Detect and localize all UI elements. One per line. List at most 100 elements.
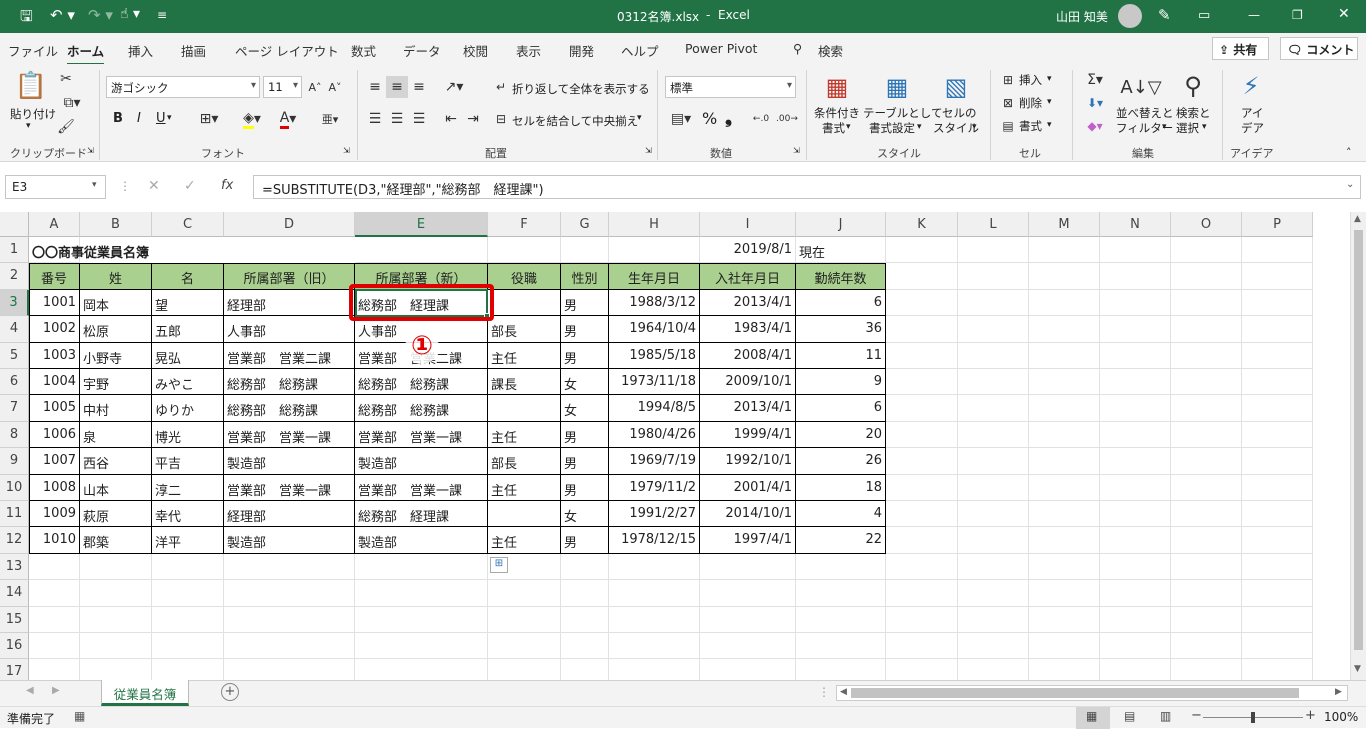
vertical-scrollbar[interactable]: ▲ ▼ (1350, 212, 1366, 680)
user-name[interactable]: 山田 知美 (1056, 8, 1108, 25)
cell[interactable] (1100, 289, 1171, 317)
table-cell[interactable]: 小野寺 (80, 342, 152, 369)
cell[interactable] (224, 633, 355, 660)
tab-power-pivot[interactable]: Power Pivot (685, 41, 757, 56)
worksheet-grid[interactable]: ABCDEFGHIJKLMNOP 1 2 3 4 5 6 7 8 9 10 11 12 13 14 15 16… (0, 212, 1350, 686)
cell[interactable] (1029, 633, 1100, 660)
cell[interactable] (958, 527, 1029, 554)
table-cell[interactable]: 宇野 (80, 369, 152, 396)
tab-help[interactable]: ヘルプ (621, 41, 659, 60)
cell[interactable] (886, 474, 958, 501)
ideas-icon[interactable]: ⚡ (1236, 70, 1266, 102)
cell[interactable] (355, 553, 488, 581)
cell[interactable] (488, 580, 561, 607)
cell[interactable] (1242, 316, 1313, 343)
table-header-cell[interactable]: 入社年月日 (700, 263, 796, 290)
cell[interactable] (886, 316, 958, 343)
row-header[interactable]: 1 (0, 237, 29, 264)
tab-review[interactable]: 校閲 (463, 41, 488, 60)
as-of-label[interactable]: 現在 (796, 237, 886, 264)
cell[interactable] (1029, 237, 1100, 264)
table-cell[interactable]: 11 (796, 342, 886, 369)
cell[interactable] (1242, 237, 1313, 264)
cell[interactable] (796, 606, 886, 633)
increase-decimal-icon[interactable]: ←.0 (750, 108, 772, 130)
cell[interactable] (1100, 369, 1171, 396)
expand-formula-bar-icon[interactable]: ⌄ (1346, 179, 1354, 190)
table-cell[interactable]: 36 (796, 316, 886, 343)
zoom-in-icon[interactable]: + (1305, 708, 1316, 723)
zoom-slider-thumb[interactable] (1251, 712, 1255, 723)
align-bottom-icon[interactable]: ≡ (408, 76, 430, 98)
table-cell[interactable]: 部長 (488, 448, 561, 475)
table-cell[interactable]: 1010 (29, 527, 80, 554)
table-header-cell[interactable]: 性別 (561, 263, 609, 290)
cell[interactable] (1171, 237, 1242, 264)
cell[interactable] (886, 606, 958, 633)
ribbon-display-icon[interactable]: ▭ (1198, 8, 1210, 23)
table-cell[interactable]: 製造部 (224, 527, 355, 554)
align-center-icon[interactable]: ☰ (386, 108, 408, 130)
cell[interactable] (1242, 263, 1313, 290)
table-cell[interactable]: 1005 (29, 395, 80, 422)
formula-input[interactable]: =SUBSTITUTE(D3,"経理部","総務部 経理課") (253, 175, 1361, 199)
delete-cells-icon[interactable]: ⊠ (999, 95, 1017, 111)
insert-function-button[interactable]: fx (221, 178, 233, 193)
row-header[interactable]: 12 (0, 527, 29, 554)
cell[interactable] (1242, 474, 1313, 501)
cell[interactable] (1171, 263, 1242, 290)
table-cell[interactable]: 松原 (80, 316, 152, 343)
normal-view-button[interactable]: ▦ (1076, 707, 1110, 729)
fill-color-icon[interactable]: ◈ ▾ (236, 110, 268, 129)
font-grow-icon[interactable]: A˄ (306, 78, 324, 96)
table-cell[interactable]: 主任 (488, 527, 561, 554)
tab-insert[interactable]: 挿入 (128, 41, 153, 60)
zoom-out-icon[interactable]: − (1191, 708, 1202, 723)
table-cell[interactable]: 営業部 営業一課 (355, 474, 488, 501)
customize-qat-icon[interactable]: ≡ (157, 8, 167, 22)
autofill-options-icon[interactable]: ⊞ (490, 557, 508, 573)
underline-dropdown-icon[interactable]: ▾ (167, 113, 172, 123)
cell[interactable] (152, 633, 224, 660)
next-sheet-icon[interactable]: ▶ (52, 685, 60, 696)
cell[interactable] (1029, 501, 1100, 528)
cell[interactable] (1100, 342, 1171, 369)
cell[interactable] (1171, 633, 1242, 660)
tab-page-layout[interactable]: ページ レイアウト (235, 41, 339, 60)
cell[interactable] (355, 580, 488, 607)
fill-icon[interactable]: ⬇▾ (1080, 95, 1110, 111)
cell[interactable] (886, 342, 958, 369)
cell[interactable] (1171, 289, 1242, 317)
cell[interactable] (886, 501, 958, 528)
cell[interactable] (29, 633, 80, 660)
page-break-view-icon[interactable]: ▥ (1160, 709, 1171, 723)
font-shrink-icon[interactable]: A˅ (326, 78, 344, 96)
table-cell[interactable]: 男 (561, 448, 609, 475)
cell[interactable] (1029, 263, 1100, 290)
row-header[interactable]: 5 (0, 342, 29, 369)
align-top-icon[interactable]: ≡ (364, 76, 386, 98)
column-header[interactable]: E (355, 212, 488, 237)
cell[interactable] (1029, 395, 1100, 422)
row-header[interactable]: 3 (0, 289, 29, 317)
name-box-dropdown-icon[interactable]: ▾ (92, 180, 97, 190)
cell[interactable] (1100, 474, 1171, 501)
orientation-icon[interactable]: ↗▾ (440, 76, 468, 98)
table-cell[interactable]: 営業部 営業一課 (224, 421, 355, 449)
cell-styles-dropdown-icon[interactable]: ▾ (972, 122, 977, 132)
cell[interactable] (1171, 606, 1242, 633)
font-size-select[interactable]: 11 (263, 76, 302, 98)
table-cell[interactable]: 1988/3/12 (609, 289, 700, 317)
table-cell[interactable]: 男 (561, 342, 609, 369)
cell[interactable] (1100, 421, 1171, 449)
cell[interactable] (1242, 448, 1313, 475)
cell[interactable] (886, 448, 958, 475)
table-cell[interactable]: 経理部 (224, 501, 355, 528)
table-header-cell[interactable]: 姓 (80, 263, 152, 290)
cell[interactable] (80, 553, 152, 581)
conditional-formatting-button[interactable]: 条件付き (814, 105, 860, 121)
table-cell[interactable]: 男 (561, 316, 609, 343)
column-header[interactable]: A (29, 212, 80, 237)
cell[interactable] (1242, 421, 1313, 449)
cell[interactable] (1100, 580, 1171, 607)
